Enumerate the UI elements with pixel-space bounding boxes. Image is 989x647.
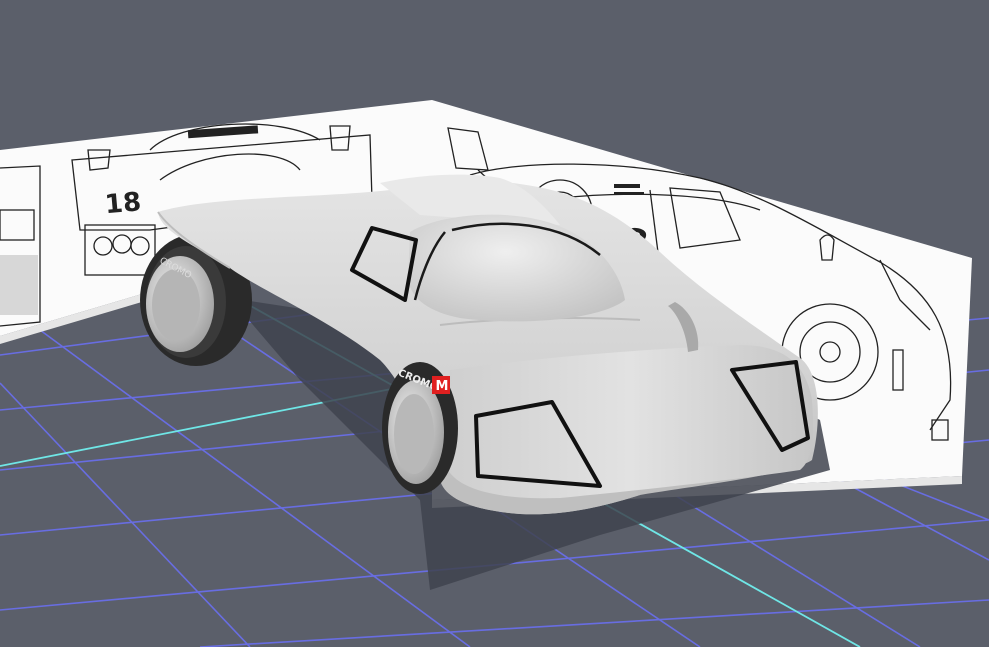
scene-canvas[interactable]: 18 18 [0,0,989,647]
blueprint-race-number-front: 18 [104,187,143,220]
front-left-wheel: CROMO M [382,362,458,494]
3d-viewport[interactable]: 18 18 [0,0,989,647]
brand-badge-letter: M [436,379,449,394]
